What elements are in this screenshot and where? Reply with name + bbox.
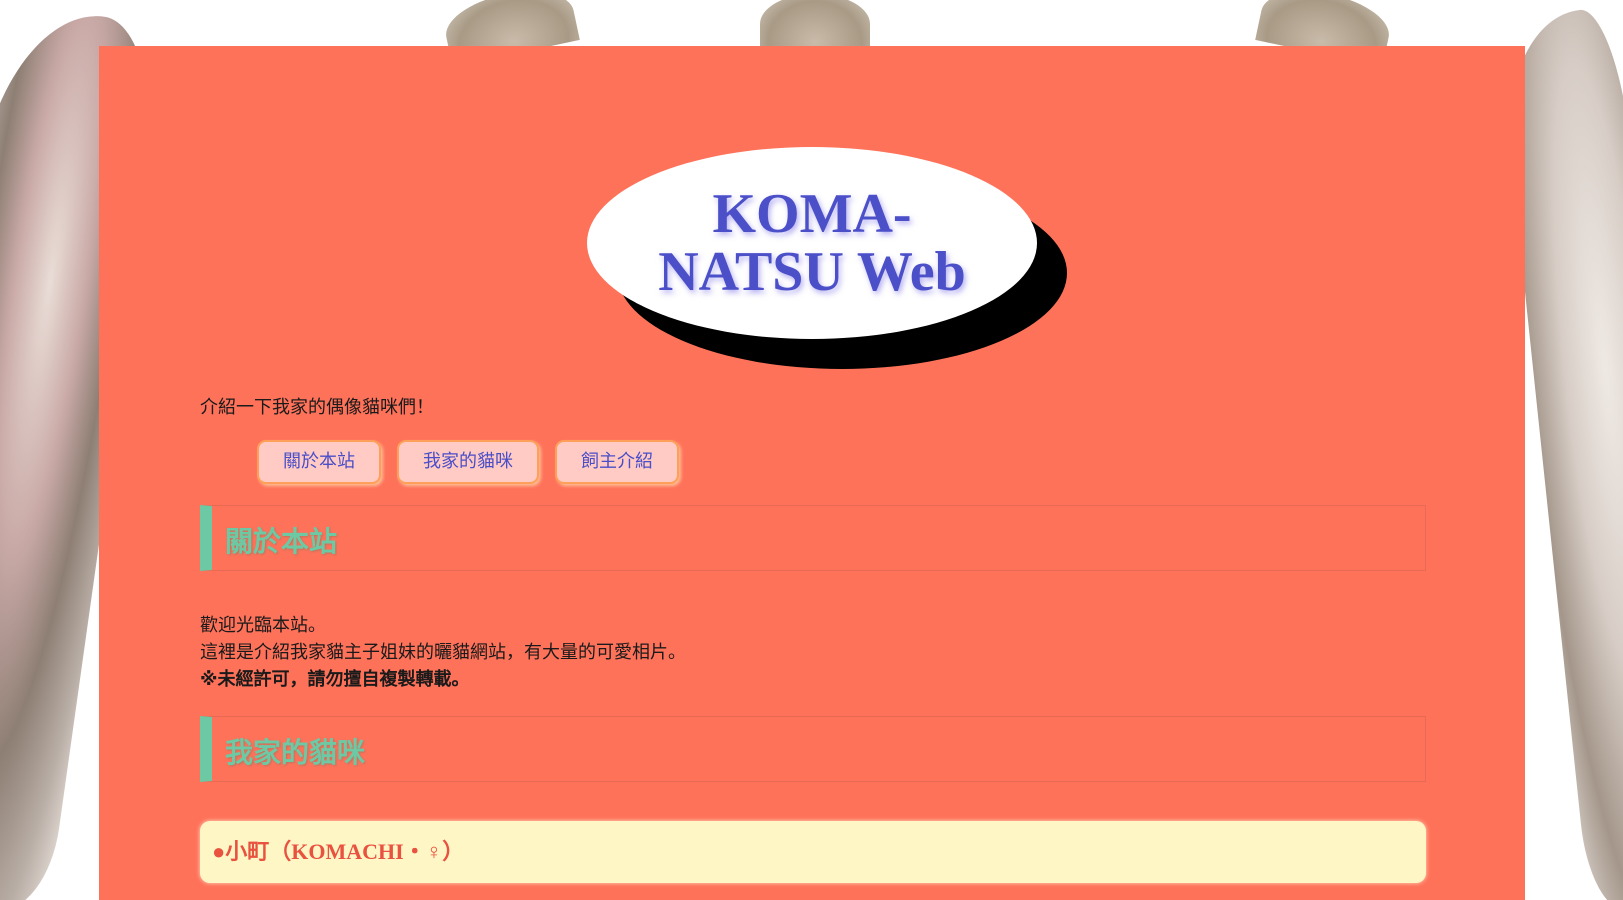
nav-bar: 關於本站 我家的貓咪 飼主介紹 (257, 440, 679, 484)
intro-text: 介紹一下我家的偶像貓咪們！ (200, 397, 434, 418)
nav-button-owner[interactable]: 飼主介紹 (555, 440, 679, 484)
nav-button-cats[interactable]: 我家的貓咪 (397, 440, 539, 484)
section-title-about: 關於本站 (225, 525, 338, 558)
nav-button-about[interactable]: 關於本站 (257, 440, 381, 484)
about-line-welcome: 歡迎光臨本站。 (200, 615, 326, 636)
section-heading-about: 關於本站 (200, 505, 1426, 571)
section-heading-cats: 我家的貓咪 (200, 716, 1426, 782)
main-content-panel: KOMA- NATSU Web 介紹一下我家的偶像貓咪們！ 關於本站 我家的貓咪… (99, 46, 1525, 900)
cat-item-komachi[interactable]: ●小町（KOMACHI・♀） (200, 821, 1426, 883)
about-text: 歡迎光臨本站。 這裡是介紹我家貓主子姐妹的曬貓網站，有大量的可愛相片。 ※未經許… (200, 612, 686, 693)
about-line-description: 這裡是介紹我家貓主子姐妹的曬貓網站，有大量的可愛相片。 (200, 642, 686, 663)
site-logo[interactable]: KOMA- NATSU Web (587, 147, 1067, 369)
logo-ellipse: KOMA- NATSU Web (587, 147, 1037, 339)
about-line-copyright-notice: ※未經許可，請勿擅自複製轉載。 (200, 669, 470, 690)
logo-text: KOMA- NATSU Web (658, 183, 966, 303)
section-title-cats: 我家的貓咪 (225, 736, 366, 769)
